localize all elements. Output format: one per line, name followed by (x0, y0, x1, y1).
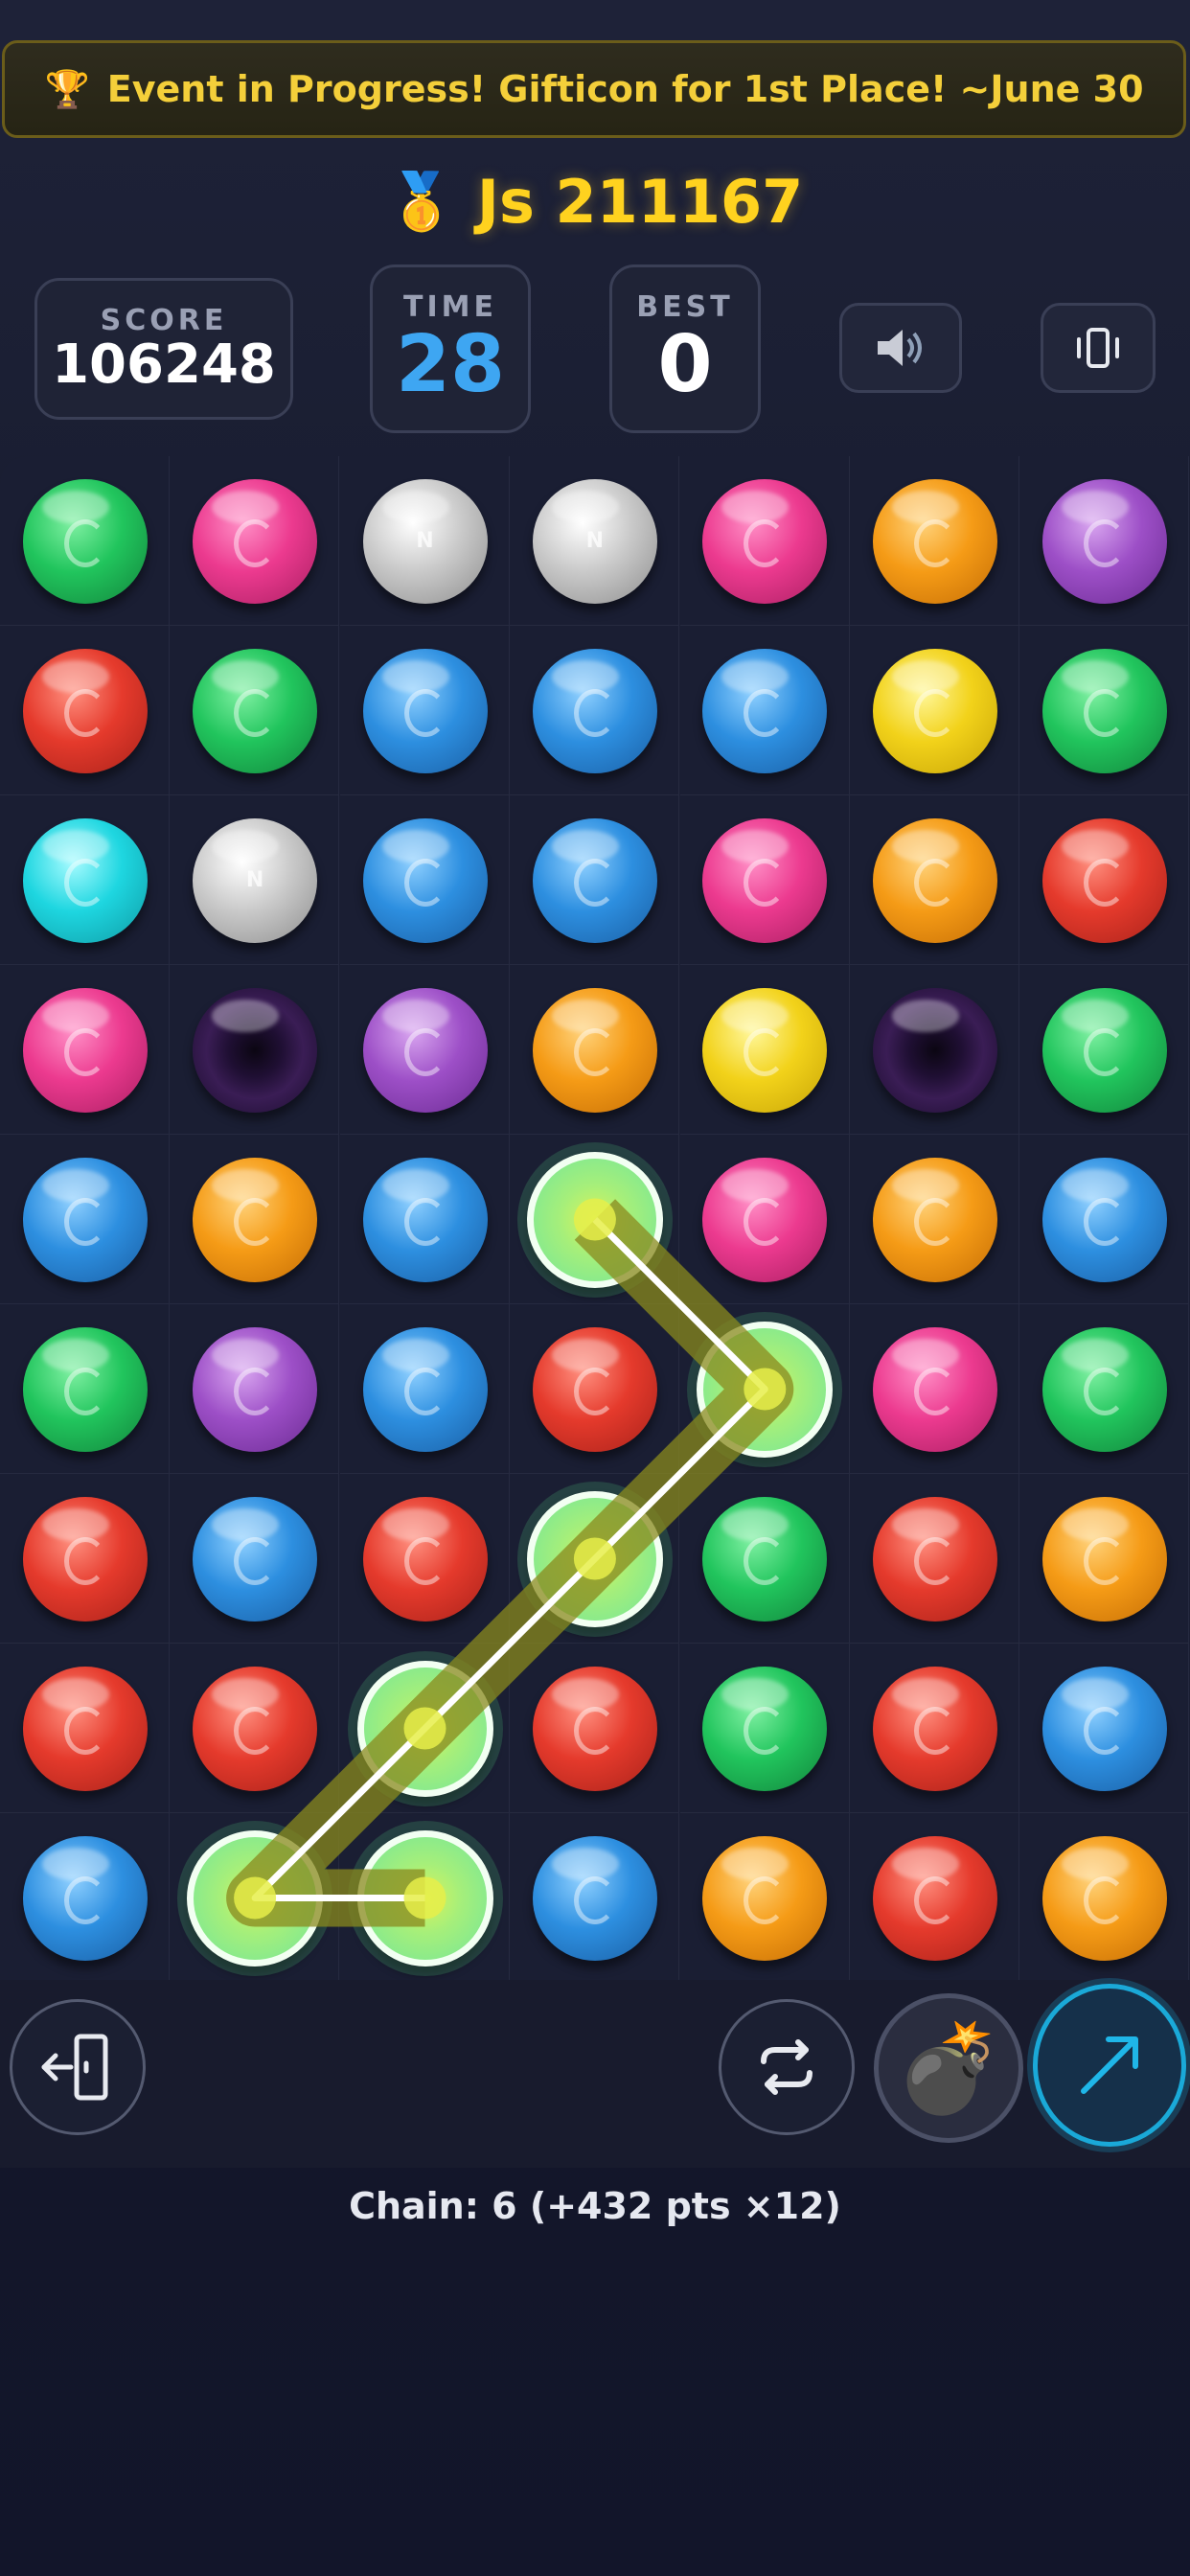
ball-purple[interactable] (193, 1326, 318, 1452)
ball-green[interactable] (22, 1326, 148, 1452)
ball-selected[interactable] (356, 1660, 493, 1797)
ball-blue[interactable] (362, 817, 488, 943)
ball-orange[interactable] (872, 817, 997, 943)
ball-purple[interactable] (362, 987, 488, 1113)
ball-selected[interactable] (187, 1829, 324, 1966)
ball-red[interactable] (22, 648, 148, 773)
ball-green[interactable] (702, 1496, 828, 1622)
ball-yellow[interactable] (872, 648, 997, 773)
exit-button[interactable] (10, 1999, 146, 2135)
ball-red[interactable] (872, 1496, 997, 1622)
ball-red[interactable] (872, 1835, 997, 1961)
ball-silver[interactable]: N (362, 478, 488, 604)
shuffle-button[interactable] (719, 1999, 855, 2135)
ball-selected[interactable] (526, 1490, 663, 1627)
ball-orange[interactable] (1042, 1496, 1168, 1622)
ball-red[interactable] (22, 1496, 148, 1622)
ball-blue[interactable] (193, 1496, 318, 1622)
shuffle-icon (761, 2039, 812, 2095)
ball-blue[interactable] (702, 648, 828, 773)
ball-blue[interactable] (362, 1326, 488, 1452)
ball-vortex[interactable] (872, 987, 997, 1113)
ball-pink[interactable] (22, 987, 148, 1113)
ball-cyan[interactable] (22, 817, 148, 943)
ball-selected[interactable] (526, 1151, 663, 1288)
medal-icon: 🥇 (386, 168, 456, 234)
vibrate-button[interactable] (1041, 303, 1156, 393)
ball-silver[interactable]: N (193, 817, 318, 943)
ball-blue[interactable] (532, 1835, 657, 1961)
best-value: 0 (657, 319, 713, 411)
ball-blue[interactable] (362, 1157, 488, 1282)
ball-yellow[interactable] (702, 987, 828, 1113)
ball-selected[interactable] (356, 1829, 493, 1966)
ball-blue[interactable] (532, 817, 657, 943)
ball-pink[interactable] (702, 1157, 828, 1282)
ball-green[interactable] (1042, 1326, 1168, 1452)
ball-green[interactable] (193, 648, 318, 773)
score-panel: SCORE 106248 (34, 278, 293, 420)
ball-blue[interactable] (1042, 1666, 1168, 1791)
ball-selected[interactable] (697, 1321, 834, 1458)
ball-orange[interactable] (872, 478, 997, 604)
vibrate-icon (1077, 328, 1119, 368)
ball-blue[interactable] (1042, 1157, 1168, 1282)
hint-button[interactable] (1033, 1984, 1186, 2147)
arrow-icon (1081, 2036, 1138, 2094)
ball-red[interactable] (362, 1496, 488, 1622)
ball-pink[interactable] (702, 478, 828, 604)
score-value: 106248 (52, 334, 276, 397)
ball-pink[interactable] (702, 817, 828, 943)
ball-orange[interactable] (702, 1835, 828, 1961)
ball-green[interactable] (702, 1666, 828, 1791)
ball-orange[interactable] (193, 1157, 318, 1282)
ball-silver[interactable]: N (532, 478, 657, 604)
exit-icon (41, 2034, 108, 2101)
speaker-icon (878, 330, 922, 366)
ball-blue[interactable] (532, 648, 657, 773)
trophy-icon: 🏆 (44, 67, 90, 110)
ball-pink[interactable] (193, 478, 318, 604)
game-board: NNN (0, 456, 1190, 1983)
top-player: 🥇 Js 211167 (0, 158, 1190, 244)
ball-green[interactable] (1042, 648, 1168, 773)
sound-button[interactable] (839, 303, 962, 393)
ball-green[interactable] (1042, 987, 1168, 1113)
ball-vortex[interactable] (193, 987, 318, 1113)
ball-blue[interactable] (22, 1835, 148, 1961)
time-panel: TIME 28 (370, 264, 531, 433)
ball-orange[interactable] (872, 1157, 997, 1282)
ball-green[interactable] (22, 478, 148, 604)
chain-status: Chain: 6 (+432 pts ×12) (349, 2185, 841, 2227)
ball-red[interactable] (532, 1326, 657, 1452)
ball-red[interactable] (532, 1666, 657, 1791)
ball-blue[interactable] (22, 1157, 148, 1282)
ball-blue[interactable] (362, 648, 488, 773)
score-label: SCORE (100, 304, 228, 338)
ball-pink[interactable] (872, 1326, 997, 1452)
best-panel: BEST 0 (609, 264, 761, 433)
bomb-button[interactable]: 💣 (874, 1993, 1023, 2143)
bomb-icon: 💣 (894, 2017, 1003, 2119)
time-value: 28 (395, 319, 506, 411)
event-banner: 🏆 Event in Progress! Gifticon for 1st Pl… (2, 40, 1186, 138)
ball-red[interactable] (22, 1666, 148, 1791)
ball-orange[interactable] (532, 987, 657, 1113)
ball-red[interactable] (193, 1666, 318, 1791)
ball-red[interactable] (872, 1666, 997, 1791)
top-player-name-score: Js 211167 (476, 166, 804, 237)
ball-purple[interactable] (1042, 478, 1168, 604)
ball-red[interactable] (1042, 817, 1168, 943)
ball-orange[interactable] (1042, 1835, 1168, 1961)
event-banner-text: Event in Progress! Gifticon for 1st Plac… (106, 68, 1144, 110)
